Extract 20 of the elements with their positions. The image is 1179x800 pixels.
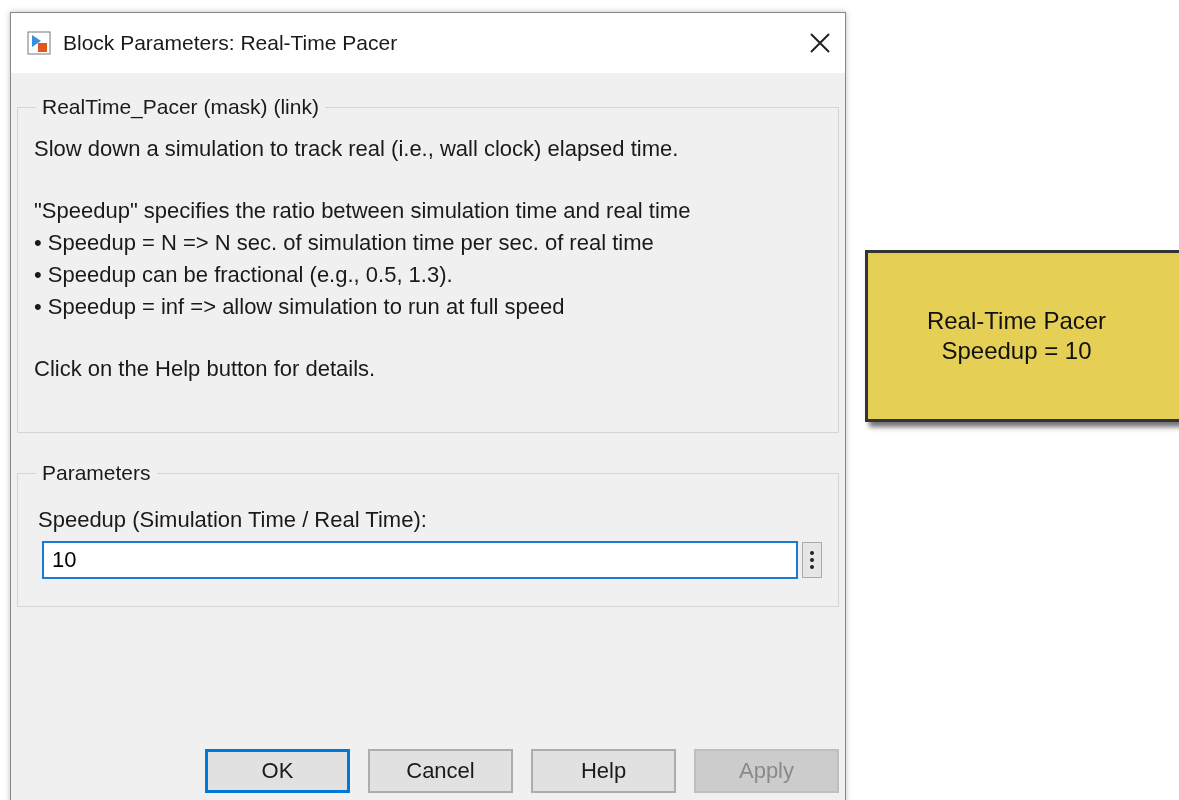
- dialog-button[interactable]: Help: [531, 749, 676, 793]
- description-line: • Speedup can be fractional (e.g., 0.5, 1.3).: [34, 261, 454, 289]
- close-icon[interactable]: [809, 32, 831, 54]
- block-label: Real-Time Pacer: [926, 306, 1107, 336]
- description-line: Slow down a simulation to track real (i.e., wall clock) elapsed time.: [34, 135, 680, 163]
- speedup-field[interactable]: 10: [42, 541, 798, 579]
- window-title: Block Parameters: Real-Time Pacer: [63, 31, 399, 55]
- field-label: Speedup (Simulation Time / Real Time):: [38, 507, 428, 533]
- pacer-block[interactable]: Real-Time Pacer Speedup = 10: [865, 250, 1179, 422]
- group-title: RealTime_Pacer (mask) (link): [41, 95, 320, 119]
- more-icon[interactable]: [802, 542, 822, 578]
- block-label: Speedup = 10: [941, 336, 1092, 366]
- description-line: "Speedup" specifies the ratio between simulation time and real time: [34, 197, 692, 225]
- app-icon: [27, 31, 51, 55]
- description-line: • Speedup = inf => allow simulation to run at full speed: [34, 293, 566, 321]
- group-title: Parameters: [41, 461, 152, 485]
- dialog-button[interactable]: Cancel: [368, 749, 513, 793]
- dialog-button[interactable]: OK: [205, 749, 350, 793]
- description-line: • Speedup = N => N sec. of simulation time per sec. of real time: [34, 229, 655, 257]
- description-line: Click on the Help button for details.: [34, 355, 377, 383]
